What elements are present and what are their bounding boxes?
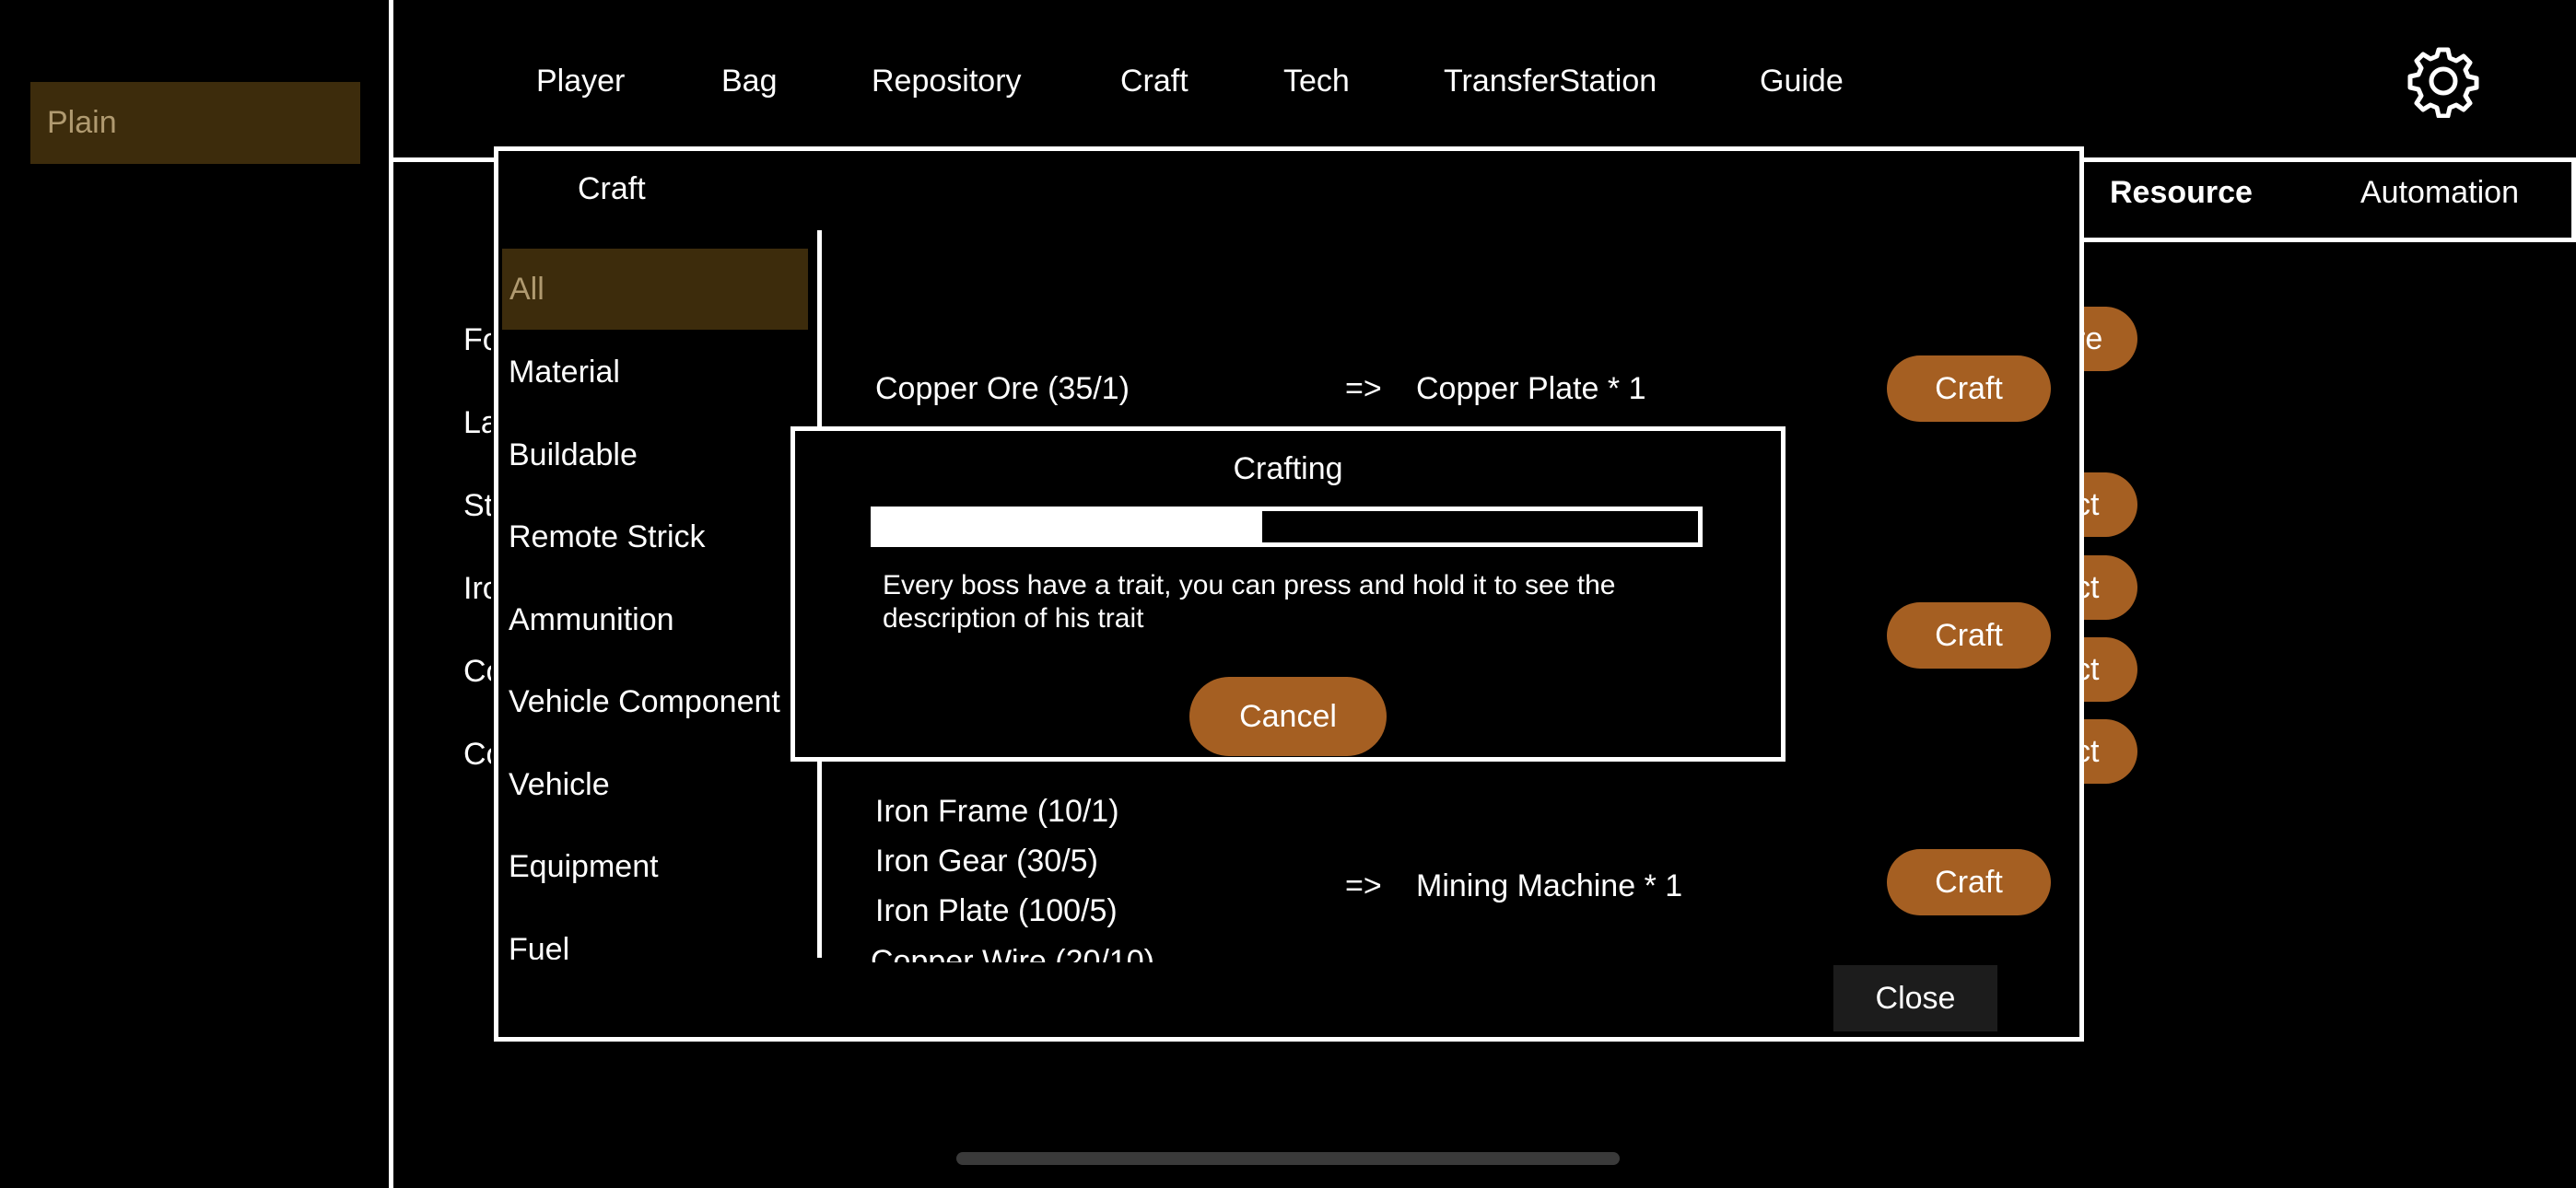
close-button[interactable]: Close — [1833, 965, 1997, 1031]
recipe-input: Iron Gear (30/5) — [875, 844, 1098, 879]
background-row-label: Iro — [463, 571, 491, 606]
nav-craft[interactable]: Craft — [1120, 55, 1188, 107]
recipe-input: Copper Wire (20/10) — [871, 944, 1155, 962]
category-vehicle-component[interactable]: Vehicle Component — [509, 661, 814, 742]
background-row-label: Co — [463, 737, 491, 772]
category-vehicle[interactable]: Vehicle — [509, 744, 814, 825]
tab-automation[interactable]: Automation — [2360, 175, 2519, 211]
sidebar-item-plain[interactable]: Plain — [30, 82, 360, 164]
nav-guide[interactable]: Guide — [1760, 55, 1844, 107]
cancel-button[interactable]: Cancel — [1189, 677, 1387, 756]
background-row-label: Co — [463, 654, 491, 689]
recipe-output: Copper Plate * 1 — [1416, 371, 1646, 406]
background-row-label: Fo — [463, 322, 491, 357]
home-indicator[interactable] — [956, 1152, 1620, 1165]
category-remote-strick[interactable]: Remote Strick — [509, 496, 814, 577]
craft-window-title: Craft — [578, 171, 646, 206]
category-all[interactable]: All — [502, 249, 808, 330]
recipe-arrow: => — [1345, 868, 1382, 903]
gear-icon[interactable] — [2406, 44, 2480, 118]
category-equipment[interactable]: Equipment — [509, 826, 814, 907]
recipe-input: Iron Frame (10/1) — [875, 794, 1119, 829]
tab-resource[interactable]: Resource — [2110, 175, 2253, 211]
recipe-input: Iron Plate (100/5) — [875, 893, 1118, 928]
nav-player[interactable]: Player — [536, 55, 625, 107]
nav-repository[interactable]: Repository — [872, 55, 1022, 107]
recipe-input-clipped: Copper Wire (20/10) — [871, 944, 1239, 962]
category-buildable[interactable]: Buildable — [509, 414, 814, 495]
craft-button[interactable]: Craft — [1887, 849, 2051, 915]
crafting-dialog-title: Crafting — [1233, 451, 1343, 486]
nav-bag[interactable]: Bag — [721, 55, 778, 107]
category-material[interactable]: Material — [509, 332, 814, 413]
crafting-tip-text: Every boss have a trait, you can press a… — [883, 570, 1616, 634]
crafting-progress-bar — [871, 507, 1703, 547]
background-row-label: St — [463, 488, 491, 523]
recipe-output: Mining Machine * 1 — [1416, 868, 1683, 903]
background-row-label: La — [463, 405, 491, 440]
nav-tech[interactable]: Tech — [1283, 55, 1350, 107]
crafting-progress-fill — [875, 511, 1262, 542]
craft-button[interactable]: Craft — [1887, 602, 2051, 669]
nav-transferstation[interactable]: TransferStation — [1444, 55, 1657, 107]
craft-button[interactable]: Craft — [1887, 355, 2051, 422]
recipe-arrow: => — [1345, 371, 1382, 406]
sidebar-divider — [389, 0, 393, 1188]
category-fuel[interactable]: Fuel — [509, 909, 814, 960]
category-ammunition[interactable]: Ammunition — [509, 579, 814, 660]
recipe-input: Copper Ore (35/1) — [875, 371, 1130, 406]
header-divider — [393, 157, 498, 162]
